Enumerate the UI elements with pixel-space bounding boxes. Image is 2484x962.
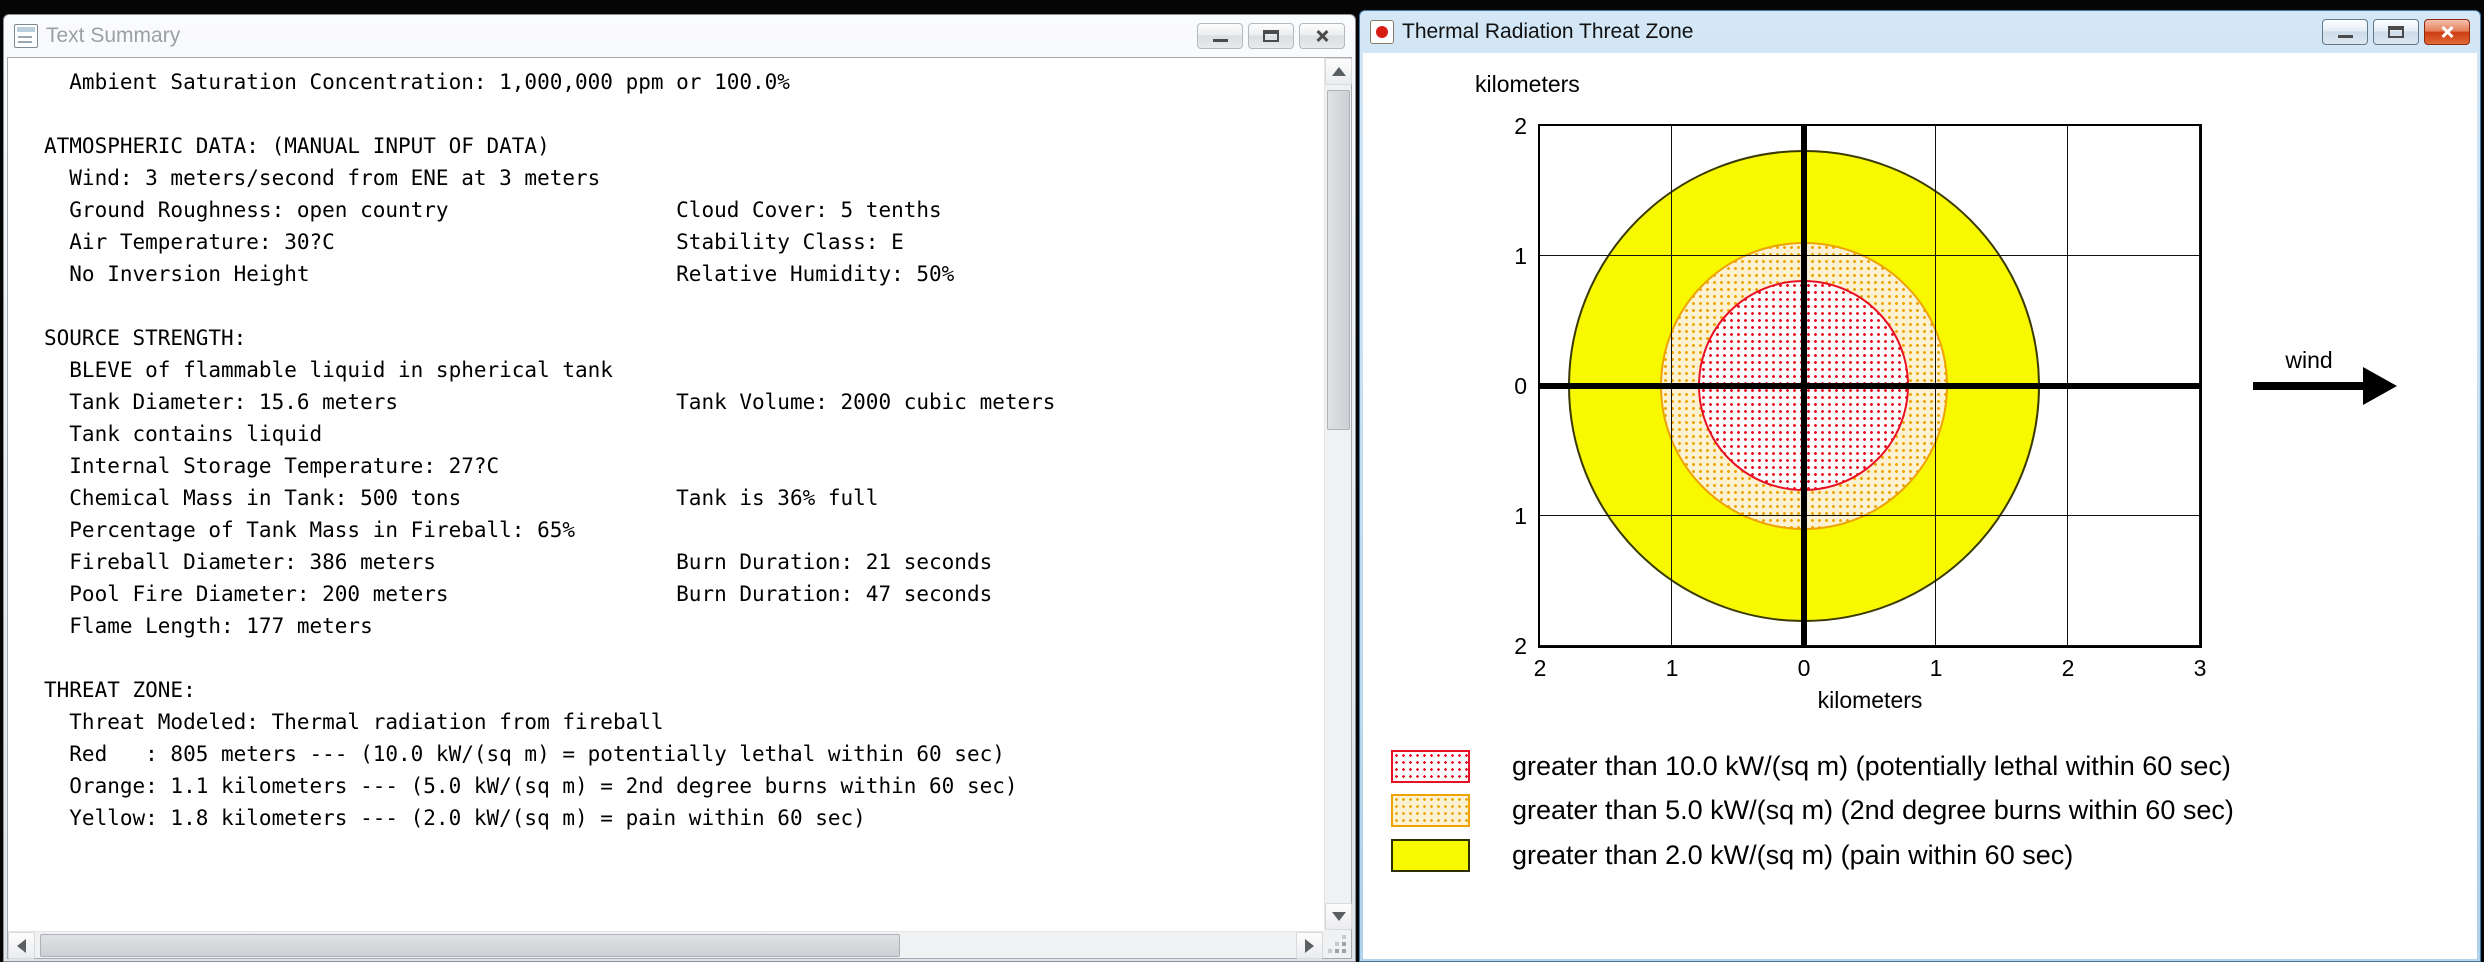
minimize-icon <box>2337 35 2353 38</box>
minimize-button[interactable] <box>1197 23 1243 49</box>
arrow-right-icon <box>1305 938 1314 953</box>
threat-zone-window: Thermal Radiation Threat Zone kilometers… <box>1359 10 2481 962</box>
text-line: Flame Length: 177 meters <box>44 614 373 638</box>
y-tick-label: 1 <box>1514 243 1527 269</box>
text-line <box>44 98 1323 130</box>
yellow-zone-swatch <box>1391 838 1470 872</box>
caption-buttons <box>2317 19 2470 45</box>
x-tick-label: 0 <box>1797 655 1811 681</box>
text-line <box>44 642 1323 674</box>
text-line: BLEVE of flammable liquid in spherical t… <box>44 358 613 382</box>
y-tick-label: 2 <box>1514 113 1527 139</box>
text-summary-client-area: Ambient Saturation Concentration: 1,000,… <box>7 57 1352 959</box>
window-title: Thermal Radiation Threat Zone <box>1402 20 1694 43</box>
vertical-scrollbar[interactable] <box>1324 58 1352 930</box>
vertical-scrollbar-thumb[interactable] <box>1327 90 1350 430</box>
scroll-up-button[interactable] <box>1325 58 1352 85</box>
text-line: Yellow: 1.8 kilometers --- (2.0 kW/(sq m… <box>44 806 866 830</box>
threat-zone-plot <box>1538 124 2202 648</box>
arrow-left-icon <box>17 938 26 953</box>
x-tick-label: 1 <box>1665 655 1679 681</box>
text-line: Tank Diameter: 15.6 meters Tank Volume: … <box>44 390 1056 414</box>
maximize-button[interactable] <box>1248 23 1294 49</box>
text-line: Chemical Mass in Tank: 500 tons Tank is … <box>44 486 879 510</box>
text-summary-window: Text Summary Ambient Saturation Concentr… <box>3 14 1356 962</box>
threat-zone-client-area: kilometers 2 1 0 1 2 2 1 0 1 2 3 kilomet… <box>1363 53 2477 959</box>
x-tick-label: 3 <box>2193 655 2207 681</box>
minimize-button[interactable] <box>2322 19 2368 45</box>
scrollbar-corner <box>1323 930 1351 958</box>
text-summary-titlebar[interactable]: Text Summary <box>4 15 1355 57</box>
red-zone-swatch <box>1391 749 1470 783</box>
document-icon <box>14 24 38 48</box>
maximize-icon <box>1263 30 1279 42</box>
orange-zone-swatch <box>1391 793 1470 827</box>
legend-text-yellow: greater than 2.0 kW/(sq m) (pain within … <box>1512 839 2074 870</box>
maximize-button[interactable] <box>2373 19 2419 45</box>
scroll-left-button[interactable] <box>8 932 35 959</box>
text-line: Ambient Saturation Concentration: 1,000,… <box>44 70 790 94</box>
threat-zone-titlebar[interactable]: Thermal Radiation Threat Zone <box>1360 11 2480 53</box>
scroll-right-button[interactable] <box>1296 932 1323 959</box>
text-line: Fireball Diameter: 386 meters Burn Durat… <box>44 550 993 574</box>
legend-row-red: greater than 10.0 kW/(sq m) (potentially… <box>1391 748 2231 784</box>
x-axis-line <box>1540 383 2200 389</box>
wind-arrow-icon <box>2253 382 2365 390</box>
y-tick-label: 1 <box>1514 503 1527 529</box>
window-title: Text Summary <box>46 24 181 47</box>
text-line: Tank contains liquid <box>44 422 323 446</box>
wind-arrowhead-icon <box>2363 367 2397 405</box>
wind-label: wind <box>2285 347 2333 373</box>
legend-text-red: greater than 10.0 kW/(sq m) (potentially… <box>1512 750 2231 781</box>
caption-buttons <box>1192 23 1345 49</box>
close-icon <box>1313 28 1331 44</box>
text-line: No Inversion Height Relative Humidity: 5… <box>44 262 955 286</box>
text-line: Threat Modeled: Thermal radiation from f… <box>44 710 664 734</box>
x-tick-label: 2 <box>1533 655 1547 681</box>
legend-text-orange: greater than 5.0 kW/(sq m) (2nd degree b… <box>1512 794 2234 825</box>
close-icon <box>2438 24 2456 40</box>
text-line <box>44 290 1323 322</box>
resize-grip-icon[interactable] <box>1342 949 1346 953</box>
horizontal-scrollbar-thumb[interactable] <box>40 934 900 957</box>
minimize-icon <box>1212 39 1228 42</box>
text-line: ATMOSPHERIC DATA: (MANUAL INPUT OF DATA) <box>44 134 550 158</box>
text-line: Pool Fire Diameter: 200 meters Burn Dura… <box>44 582 993 606</box>
close-button[interactable] <box>2424 19 2470 45</box>
text-line: THREAT ZONE: <box>44 678 196 702</box>
horizontal-scrollbar[interactable] <box>8 931 1323 959</box>
close-button[interactable] <box>1299 23 1345 49</box>
text-line: Internal Storage Temperature: 27?C <box>44 454 500 478</box>
y-tick-label: 0 <box>1514 373 1527 399</box>
text-line: Red : 805 meters --- (10.0 kW/(sq m) = p… <box>44 742 1005 766</box>
text-line: Wind: 3 meters/second from ENE at 3 mete… <box>44 166 601 190</box>
text-line: Air Temperature: 30?C Stability Class: E <box>44 230 904 254</box>
x-axis-title: kilometers <box>1817 687 1923 713</box>
x-tick-label: 2 <box>2061 655 2075 681</box>
scroll-down-button[interactable] <box>1325 903 1352 930</box>
arrow-down-icon <box>1331 912 1346 921</box>
app-icon <box>1370 20 1394 44</box>
legend-row-orange: greater than 5.0 kW/(sq m) (2nd degree b… <box>1391 792 2234 828</box>
text-line: Ground Roughness: open country Cloud Cov… <box>44 198 942 222</box>
maximize-icon <box>2388 26 2404 38</box>
text-line: Percentage of Tank Mass in Fireball: 65% <box>44 518 576 542</box>
x-tick-label: 1 <box>1929 655 1943 681</box>
arrow-up-icon <box>1331 67 1346 76</box>
text-line: SOURCE STRENGTH: <box>44 326 247 350</box>
text-line: Orange: 1.1 kilometers --- (5.0 kW/(sq m… <box>44 774 1018 798</box>
legend-row-yellow: greater than 2.0 kW/(sq m) (pain within … <box>1391 837 2073 873</box>
text-summary-content[interactable]: Ambient Saturation Concentration: 1,000,… <box>8 58 1323 930</box>
y-axis-title: kilometers <box>1475 71 1580 97</box>
